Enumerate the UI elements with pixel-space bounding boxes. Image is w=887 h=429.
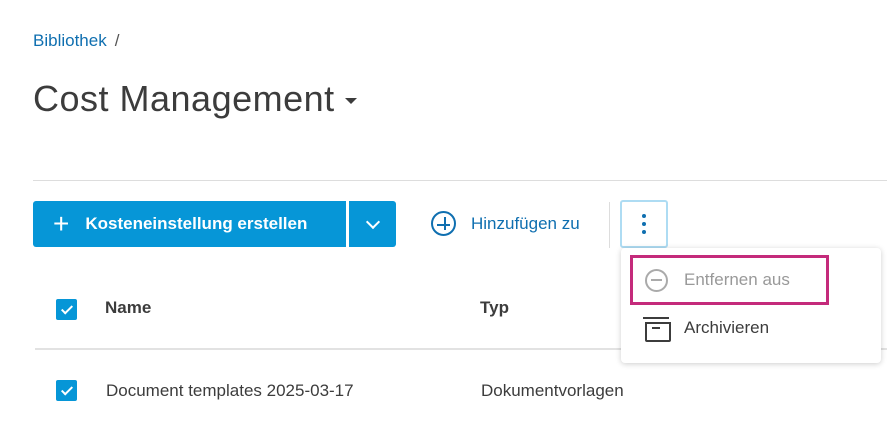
kebab-dot-icon [642, 214, 646, 218]
create-label: Kosteneinstellung erstellen [85, 214, 308, 233]
breadcrumb-bibliothek[interactable]: Bibliothek [33, 31, 107, 50]
more-options-button[interactable] [620, 200, 668, 248]
create-cost-setting-button[interactable]: + Kosteneinstellung erstellen [33, 201, 346, 247]
menu-item-remove-from[interactable]: Entfernen aus [630, 255, 829, 305]
menu-item-archive[interactable]: Archivieren [643, 316, 770, 342]
menu-item-label: Entfernen aus [684, 270, 790, 289]
column-header-name[interactable]: Name [105, 298, 151, 318]
divider [33, 180, 887, 181]
add-circle-icon [431, 211, 456, 236]
row-type: Dokumentvorlagen [481, 381, 624, 400]
row-checkbox[interactable] [56, 380, 77, 401]
kebab-dot-icon [642, 230, 646, 234]
row-name[interactable]: Document templates 2025-03-17 [106, 381, 354, 401]
breadcrumb: Bibliothek / [33, 31, 119, 51]
chevron-down-icon [365, 214, 380, 229]
caret-down-icon [344, 98, 357, 104]
more-options-menu: Entfernen aus Archivieren [621, 248, 881, 363]
create-dropdown-button[interactable] [349, 201, 396, 247]
archive-icon [643, 317, 671, 342]
kebab-dot-icon [642, 222, 646, 226]
column-header-type[interactable]: Typ [480, 298, 509, 318]
check-icon [60, 301, 73, 315]
toolbar-separator [609, 202, 610, 248]
page-title-dropdown[interactable]: Cost Management [33, 78, 357, 120]
remove-circle-icon [645, 268, 668, 292]
select-all-checkbox[interactable] [56, 299, 77, 320]
menu-item-label: Archivieren [684, 318, 770, 337]
add-to-button[interactable]: Hinzufügen zu [431, 211, 580, 236]
breadcrumb-separator: / [114, 31, 120, 50]
add-to-label: Hinzufügen zu [471, 213, 580, 233]
plus-icon: + [53, 208, 70, 239]
page-title: Cost Management [33, 78, 335, 119]
check-icon [60, 382, 73, 396]
